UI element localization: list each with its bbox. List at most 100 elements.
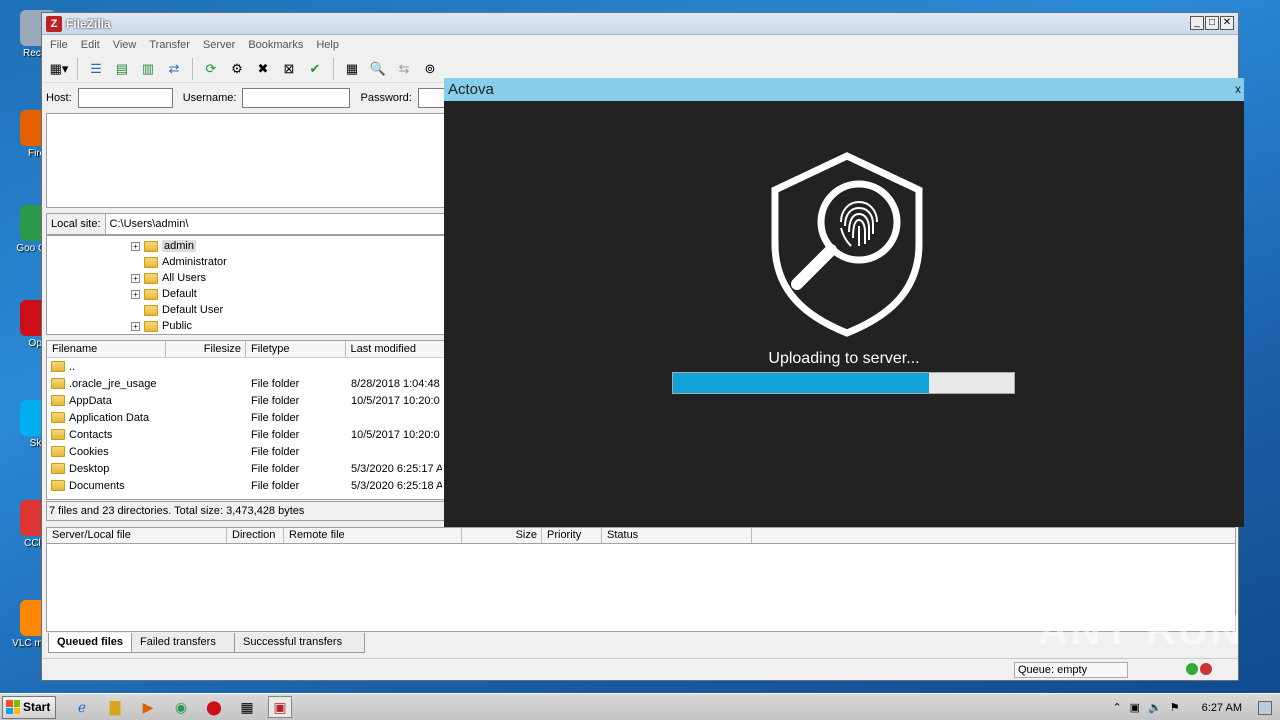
media-player-icon[interactable]: ▶ <box>136 696 160 718</box>
tree-item[interactable]: + All Users <box>131 270 206 286</box>
table-row[interactable]: .. <box>47 358 445 375</box>
toggle-log-icon[interactable]: ☰ <box>85 58 107 80</box>
col-status[interactable]: Status <box>602 528 752 543</box>
directory-listing-filter-icon[interactable]: ▦ <box>341 58 363 80</box>
tree-item-label: All Users <box>162 272 207 284</box>
upload-progress-bar <box>672 372 1015 394</box>
tab-failed-transfers[interactable]: Failed transfers <box>131 633 236 653</box>
maximize-button[interactable]: □ <box>1205 16 1219 30</box>
tree-item[interactable]: + admin <box>131 238 196 254</box>
col-direction[interactable]: Direction <box>227 528 284 543</box>
sync-browsing-icon[interactable]: ⇆ <box>393 58 415 80</box>
username-input[interactable] <box>242 88 351 108</box>
username-label: Username: <box>182 92 237 104</box>
menu-bookmarks[interactable]: Bookmarks <box>248 39 303 51</box>
tree-item[interactable]: Administrator <box>131 254 227 270</box>
message-log[interactable] <box>46 113 446 208</box>
refresh-icon[interactable]: ⟳ <box>200 58 222 80</box>
table-row[interactable]: Desktop File folder 5/3/2020 6:25:17 A <box>47 460 445 477</box>
file-modified: 8/28/2018 1:04:48 <box>351 377 440 390</box>
table-row[interactable]: AppData File folder 10/5/2017 10:20:0 <box>47 392 445 409</box>
expand-icon[interactable]: + <box>131 273 140 283</box>
actova-title: Actova <box>448 81 494 98</box>
queue-header: Server/Local file Direction Remote file … <box>46 527 1236 544</box>
clock[interactable]: 6:27 AM <box>1202 702 1242 714</box>
action-center-flag-icon[interactable]: ⚑ <box>1170 701 1180 714</box>
opera-icon[interactable]: ⬤ <box>202 696 226 718</box>
tree-item[interactable]: + Public <box>131 318 192 334</box>
col-filename[interactable]: Filename <box>47 341 167 357</box>
menu-edit[interactable]: Edit <box>81 39 100 51</box>
file-explorer-icon[interactable]: ▇ <box>103 696 127 718</box>
cancel-icon[interactable]: ✖ <box>252 58 274 80</box>
col-remote-file[interactable]: Remote file <box>284 528 462 543</box>
menu-help[interactable]: Help <box>316 39 339 51</box>
file-name: Desktop <box>69 462 110 475</box>
tree-item-label: Administrator <box>162 256 227 268</box>
tree-item-label: Default <box>162 288 197 300</box>
toggle-local-tree-icon[interactable]: ▤ <box>111 58 133 80</box>
menu-server[interactable]: Server <box>203 39 235 51</box>
tab-successful-transfers[interactable]: Successful transfers <box>234 633 366 653</box>
table-row[interactable]: Application Data File folder <box>47 409 445 426</box>
expand-icon[interactable]: + <box>131 321 140 331</box>
calculator-icon[interactable]: ▦ <box>235 696 259 718</box>
tree-item-label: Public <box>162 320 192 332</box>
filezilla-titlebar[interactable]: Z FileZilla _ □ ✕ <box>42 13 1238 35</box>
search-icon[interactable]: 🔍 <box>367 58 389 80</box>
tree-item[interactable]: + Default <box>131 286 197 302</box>
toggle-remote-tree-icon[interactable]: ▥ <box>137 58 159 80</box>
site-manager-icon[interactable]: ▦▾ <box>48 58 70 80</box>
expand-icon[interactable]: + <box>131 241 140 251</box>
upload-progress-fill <box>673 373 929 393</box>
folder-icon <box>144 320 158 332</box>
queue-tabs: Queued files Failed transfers Successful… <box>48 633 366 653</box>
folder-icon <box>51 446 65 457</box>
col-priority[interactable]: Priority <box>542 528 602 543</box>
tab-queued-files[interactable]: Queued files <box>48 633 133 653</box>
show-desktop-icon[interactable] <box>1258 700 1272 715</box>
filezilla-task-icon[interactable]: ▣ <box>268 696 292 718</box>
start-button[interactable]: Start <box>2 695 56 719</box>
system-tray: ⌃ ▣ 🔈 ⚑ 6:27 AM <box>1112 694 1280 720</box>
table-row[interactable]: .oracle_jre_usage File folder 8/28/2018 1:… <box>47 375 445 392</box>
internet-explorer-icon[interactable]: ℯ <box>70 696 94 718</box>
file-modified: 10/5/2017 10:20:0 <box>351 394 440 407</box>
col-size[interactable]: Size <box>462 528 542 543</box>
chrome-icon[interactable]: ◉ <box>169 696 193 718</box>
windows-logo-icon <box>6 700 20 714</box>
network-icon[interactable]: ▣ <box>1130 701 1140 714</box>
taskbar: Start ℯ ▇ ▶ ◉ ⬤ ▦ ▣ ⌃ ▣ 🔈 ⚑ 6:27 AM <box>0 693 1280 720</box>
col-filetype[interactable]: Filetype <box>246 341 346 357</box>
menu-view[interactable]: View <box>113 39 137 51</box>
file-name: Cookies <box>69 445 109 458</box>
close-button[interactable]: ✕ <box>1220 16 1234 30</box>
tree-item[interactable]: Default User <box>131 302 223 318</box>
table-row[interactable]: Contacts File folder 10/5/2017 10:20:0 <box>47 426 445 443</box>
process-queue-icon[interactable]: ⚙ <box>226 58 248 80</box>
table-row[interactable]: Cookies File folder <box>47 443 445 460</box>
find-files-icon[interactable]: ⊚ <box>419 58 441 80</box>
minimize-button[interactable]: _ <box>1190 16 1204 30</box>
col-server-local-file[interactable]: Server/Local file <box>47 528 227 543</box>
file-name: Application Data <box>69 411 150 424</box>
expand-icon[interactable]: + <box>131 289 140 299</box>
table-row[interactable]: Documents File folder 5/3/2020 6:25:18 A <box>47 477 445 494</box>
local-site-path[interactable]: C:\Users\admin\ <box>105 214 445 234</box>
actova-titlebar[interactable]: Actova x <box>444 78 1244 101</box>
disconnect-icon[interactable]: ⊠ <box>278 58 300 80</box>
show-hidden-icons-icon[interactable]: ⌃ <box>1112 701 1121 714</box>
col-filesize[interactable]: Filesize <box>166 341 247 357</box>
anyrun-watermark: ANY RUN <box>1038 606 1243 653</box>
menu-file[interactable]: File <box>50 39 68 51</box>
col-last-modified[interactable]: Last modified <box>346 341 445 357</box>
reconnect-icon[interactable]: ✔ <box>304 58 326 80</box>
upload-message: Uploading to server... <box>768 350 920 367</box>
volume-icon[interactable]: 🔈 <box>1148 701 1162 714</box>
host-input[interactable] <box>77 88 173 108</box>
toggle-queue-icon[interactable]: ⇄ <box>163 58 185 80</box>
actova-close-button[interactable]: x <box>1235 82 1241 96</box>
file-type: File folder <box>251 462 300 475</box>
menu-transfer[interactable]: Transfer <box>149 39 190 51</box>
